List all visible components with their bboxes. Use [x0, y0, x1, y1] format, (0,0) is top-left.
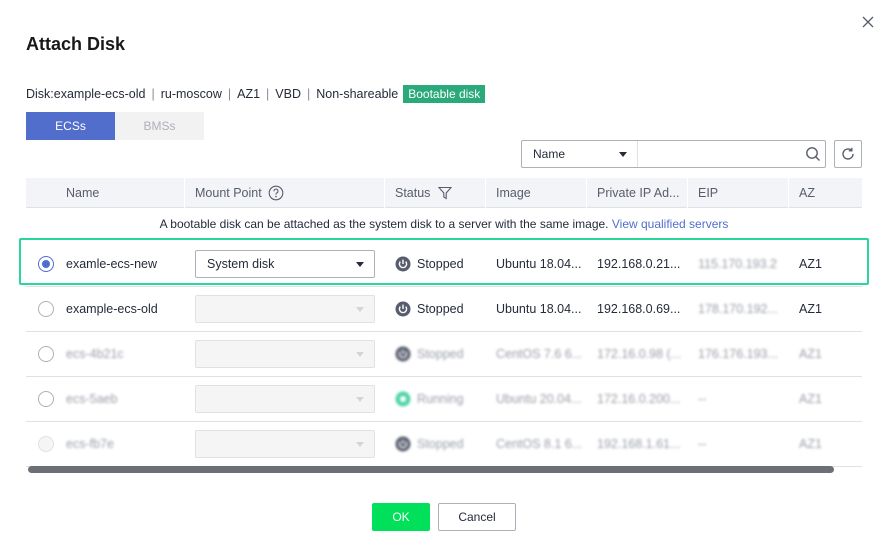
column-az: AZ [799, 186, 815, 200]
table-row[interactable]: examle-ecs-new System disk Stopped Ubunt… [26, 242, 862, 287]
table-row[interactable]: ecs-5aeb Running Ubuntu 20.04... 172.16.… [26, 377, 862, 422]
server-name: ecs-5aeb [66, 392, 118, 406]
search-filter-select[interactable]: Name [522, 141, 639, 167]
disk-region: ru-moscow [160, 87, 222, 101]
az: AZ1 [799, 437, 822, 451]
server-name: ecs-4b21c [66, 347, 124, 361]
table-row: ecs-fb7e Stopped CentOS 8.1 6... 192.168… [26, 422, 862, 467]
chevron-down-icon [356, 307, 364, 312]
ok-button[interactable]: OK [372, 503, 430, 531]
private-ip: 192.168.0.69... [597, 302, 681, 316]
dialog-title: Attach Disk [26, 34, 126, 54]
status-text: Stopped [417, 347, 464, 361]
refresh-icon [842, 147, 854, 160]
chevron-down-icon [356, 397, 364, 402]
column-name: Name [66, 186, 100, 200]
search-icon[interactable] [801, 141, 825, 167]
server-type-tabs: ECSs BMSs [26, 112, 204, 140]
eip: -- [698, 392, 707, 406]
status-text: Stopped [417, 302, 464, 316]
mount-point-select [195, 385, 375, 413]
disk-type: VBD [275, 87, 301, 101]
mount-point-select [195, 340, 375, 368]
separator: | [151, 87, 155, 101]
table-row[interactable]: ecs-4b21c Stopped CentOS 7.6 6... 172.16… [26, 332, 862, 377]
eip: 115.170.193.2 [698, 257, 778, 271]
chevron-down-icon [619, 152, 628, 157]
server-name: ecs-fb7e [66, 437, 114, 451]
az: AZ1 [799, 302, 822, 316]
stopped-icon [395, 301, 411, 317]
notice-text: A bootable disk can be attached as the s… [159, 217, 609, 231]
table-header: Name Mount Point Status Image Private IP… [26, 178, 862, 208]
search-input[interactable] [638, 141, 802, 167]
disk-sharing: Non-shareable [316, 87, 399, 101]
close-icon[interactable] [858, 12, 878, 32]
stopped-icon [395, 346, 411, 362]
chevron-down-icon [356, 352, 364, 357]
running-icon [395, 391, 411, 407]
filter-icon[interactable] [438, 186, 453, 200]
row-radio[interactable] [38, 391, 54, 407]
mount-point-select[interactable]: System disk [195, 250, 375, 278]
column-eip: EIP [698, 186, 719, 200]
cancel-button[interactable]: Cancel [438, 503, 516, 531]
stopped-icon [395, 436, 411, 452]
separator: | [307, 87, 311, 101]
private-ip: 192.168.1.61... [597, 437, 681, 451]
disk-az: AZ1 [237, 87, 261, 101]
column-private-ip: Private IP Ad... [597, 186, 680, 200]
row-radio[interactable] [38, 256, 54, 272]
status-text: Stopped [417, 437, 464, 451]
chevron-down-icon [356, 442, 364, 447]
eip: 178.170.192... [698, 302, 778, 316]
private-ip: 172.16.0.98 (... [597, 347, 682, 361]
private-ip: 172.16.0.200... [597, 392, 681, 406]
help-icon[interactable] [268, 185, 284, 201]
eip: -- [698, 437, 707, 451]
image-name: Ubuntu 18.04... [496, 257, 582, 271]
disk-name: Disk:example-ecs-old [26, 87, 146, 101]
status-text: Running [417, 392, 464, 406]
view-qualified-servers-link[interactable]: View qualified servers [612, 217, 729, 231]
server-name: examle-ecs-new [66, 257, 158, 271]
mount-point-value: System disk [207, 257, 275, 271]
az: AZ1 [799, 257, 822, 271]
table-row[interactable]: example-ecs-old Stopped Ubuntu 18.04... … [26, 287, 862, 332]
column-mount-point: Mount Point [185, 178, 284, 208]
chevron-down-icon [356, 262, 364, 267]
status-text: Stopped [417, 257, 464, 271]
row-radio[interactable] [38, 346, 54, 362]
horizontal-scrollbar[interactable] [28, 466, 834, 473]
column-status: Status [385, 178, 453, 208]
search-filter-label: Name [533, 147, 566, 161]
mount-point-select [195, 295, 375, 323]
search-box: Name [521, 140, 826, 168]
az: AZ1 [799, 347, 822, 361]
separator: | [227, 87, 232, 101]
bootable-notice: A bootable disk can be attached as the s… [26, 209, 862, 239]
image-name: Ubuntu 18.04... [496, 302, 582, 316]
image-name: Ubuntu 20.04... [496, 392, 582, 406]
eip: 176.176.193... [698, 347, 778, 361]
mount-point-select [195, 430, 375, 458]
bootable-badge: Bootable disk [403, 85, 486, 103]
image-name: CentOS 7.6 6... [496, 347, 583, 361]
column-image: Image [496, 186, 531, 200]
server-name: example-ecs-old [66, 302, 158, 316]
image-name: CentOS 8.1 6... [496, 437, 583, 451]
row-radio[interactable] [38, 301, 54, 317]
az: AZ1 [799, 392, 822, 406]
row-radio [38, 436, 54, 452]
refresh-button[interactable] [834, 140, 862, 168]
stopped-icon [395, 256, 411, 272]
separator: | [266, 87, 270, 101]
tab-ecss[interactable]: ECSs [26, 112, 115, 140]
disk-info: Disk:example-ecs-old | ru-moscow | AZ1 |… [26, 85, 486, 103]
tab-bmss[interactable]: BMSs [115, 112, 204, 140]
private-ip: 192.168.0.21... [597, 257, 681, 271]
